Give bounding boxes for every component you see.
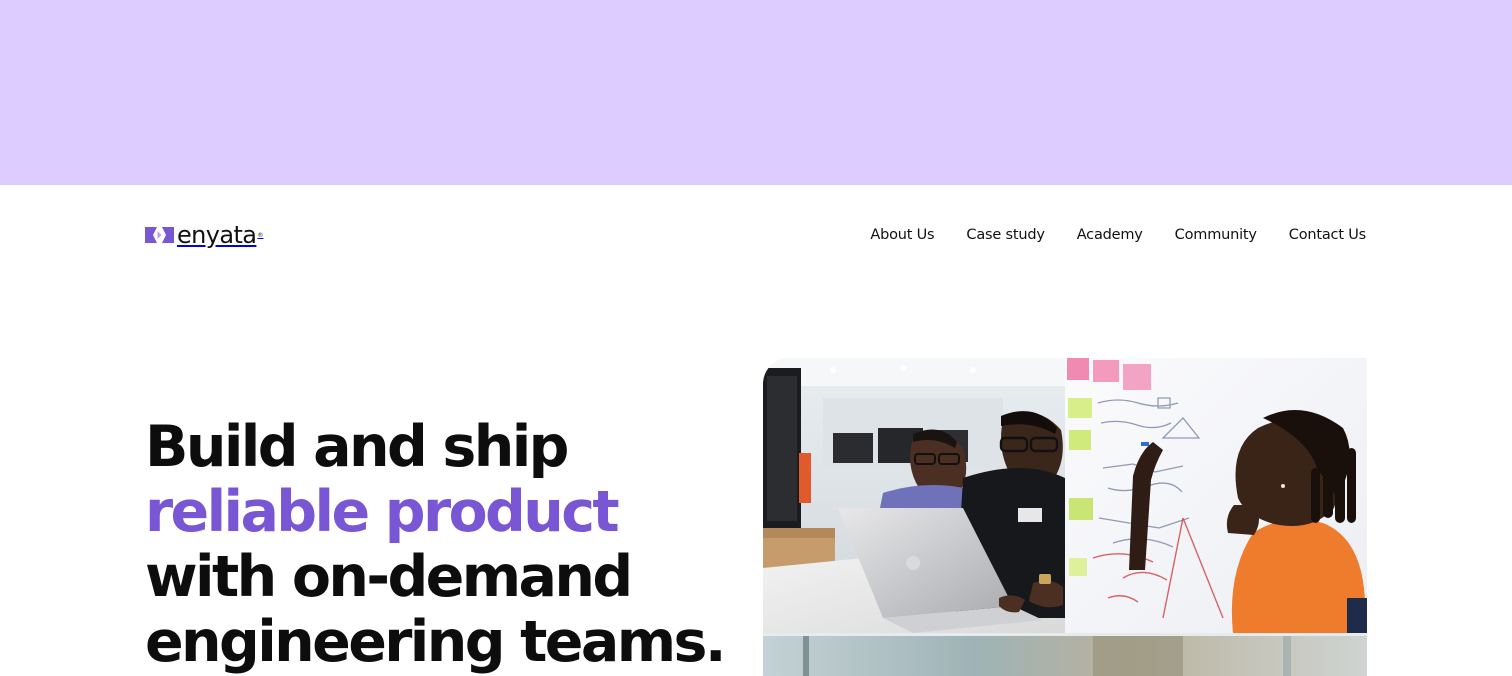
nav-contact-us[interactable]: Contact Us	[1289, 226, 1366, 244]
hero-line-3: with on-demand	[145, 544, 633, 610]
nav-community[interactable]: Community	[1175, 226, 1257, 244]
engineers-at-laptops-photo	[763, 358, 1065, 633]
main-nav: About Us Case study Academy Community Co…	[870, 226, 1366, 244]
hero-headline: Build and ship reliable product with on-…	[145, 414, 727, 675]
office-photo	[763, 633, 1367, 676]
nav-academy[interactable]: Academy	[1077, 226, 1143, 244]
enyata-logo-mark-icon	[145, 227, 174, 243]
nav-case-study[interactable]: Case study	[966, 226, 1045, 244]
top-banner	[0, 0, 1512, 185]
hero-line-1: Build and ship	[145, 414, 569, 480]
logo-wordmark: enyata	[177, 221, 257, 249]
hero-photo-collage	[763, 358, 1367, 676]
logo-link[interactable]: enyata ®	[145, 222, 263, 248]
hero-line-4: engineering teams.	[145, 609, 727, 675]
hero-line-accent: reliable product	[145, 479, 620, 545]
whiteboard-planning-photo	[1065, 358, 1367, 633]
site-header: enyata ® About Us Case study Academy Comm…	[0, 185, 1512, 285]
nav-about-us[interactable]: About Us	[870, 226, 934, 244]
